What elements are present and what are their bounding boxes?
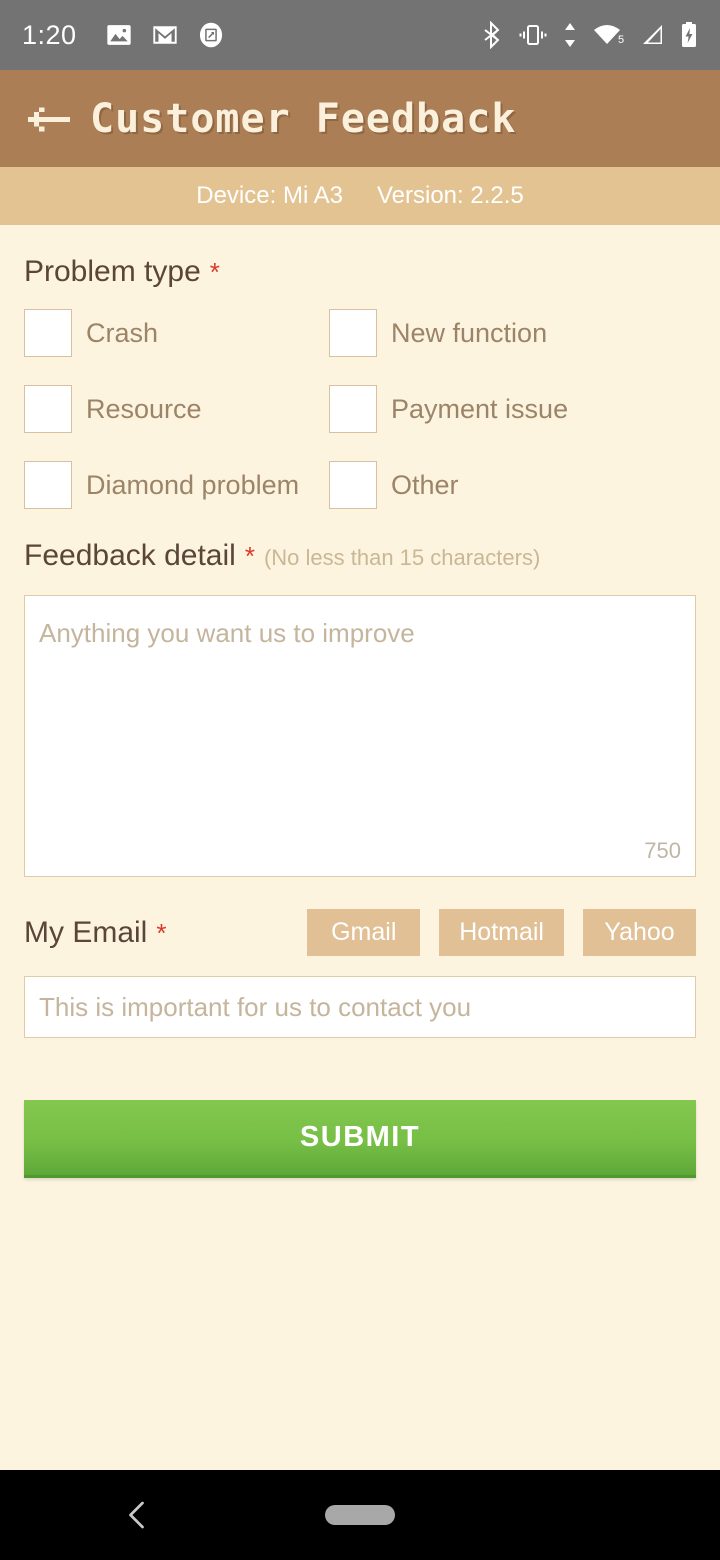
problem-type-required-mark: * <box>209 257 220 287</box>
checkbox-option-resource[interactable]: Resource <box>24 385 329 433</box>
feedback-detail-label: Feedback detail <box>24 539 236 572</box>
form-content: Problem type * Crash New function Resour… <box>0 225 720 1178</box>
device-name: Device: Mi A3 <box>196 182 343 209</box>
app-bar: Customer Feedback <box>0 70 720 167</box>
checkbox-option-other[interactable]: Other <box>329 461 696 509</box>
photos-icon <box>106 25 131 45</box>
email-label: My Email <box>24 915 148 949</box>
checkbox-option-diamond-problem[interactable]: Diamond problem <box>24 461 329 509</box>
feedback-detail-placeholder: Anything you want us to improve <box>39 618 415 648</box>
checkbox-other[interactable] <box>329 461 377 509</box>
back-arrow-icon[interactable] <box>20 99 76 139</box>
nav-home-pill[interactable] <box>325 1505 395 1525</box>
email-input[interactable]: This is important for us to contact you <box>24 976 696 1038</box>
provider-button-gmail[interactable]: Gmail <box>307 909 421 956</box>
device-info-band: Device: Mi A3 Version: 2.2.5 <box>0 167 720 225</box>
checkbox-resource[interactable] <box>24 385 72 433</box>
checkbox-option-payment-issue[interactable]: Payment issue <box>329 385 696 433</box>
status-bar: 1:20 5 <box>0 0 720 70</box>
checkbox-diamond-problem[interactable] <box>24 461 72 509</box>
feedback-detail-char-counter: 750 <box>644 838 681 863</box>
feedback-detail-textarea[interactable]: Anything you want us to improve 750 <box>24 595 696 877</box>
status-system-icons: 5 <box>480 21 698 49</box>
email-placeholder: This is important for us to contact you <box>39 991 472 1022</box>
feedback-detail-heading: Feedback detail * (No less than 15 chara… <box>24 539 696 573</box>
nav-back-icon[interactable] <box>120 1497 156 1533</box>
gmail-icon <box>152 26 177 44</box>
checkbox-payment-issue[interactable] <box>329 385 377 433</box>
checkbox-label: Other <box>391 469 459 500</box>
provider-button-hotmail[interactable]: Hotmail <box>439 909 564 956</box>
problem-type-options: Crash New function Resource Payment issu… <box>24 309 696 509</box>
checkbox-label: Payment issue <box>391 393 569 424</box>
checkbox-label: New function <box>391 317 548 348</box>
email-heading-row: My Email * Gmail Hotmail Yahoo <box>24 909 696 956</box>
email-heading: My Email * <box>24 916 166 950</box>
problem-type-heading: Problem type * <box>24 255 696 289</box>
checkbox-label: Diamond problem <box>86 469 300 500</box>
wifi-icon: 5 <box>594 25 624 46</box>
checkbox-option-new-function[interactable]: New function <box>329 309 696 357</box>
app-version: Version: 2.2.5 <box>376 182 524 209</box>
phone-screen: 1:20 5 Customer Feedback Device: Mi A3 V… <box>0 0 720 1560</box>
bluetooth-icon <box>484 21 500 49</box>
provider-button-yahoo[interactable]: Yahoo <box>583 909 696 956</box>
svg-text:5: 5 <box>618 34 624 46</box>
screenshot-icon <box>199 22 222 48</box>
battery-charging-icon <box>682 22 696 47</box>
problem-type-label: Problem type <box>24 255 201 288</box>
data-transfer-icon <box>565 23 575 47</box>
feedback-detail-hint: (No less than 15 characters) <box>263 545 541 570</box>
email-required-mark: * <box>156 917 167 948</box>
status-notification-icons <box>105 21 225 49</box>
vibrate-icon <box>519 25 547 45</box>
checkbox-new-function[interactable] <box>329 309 377 357</box>
page-title: Customer Feedback <box>90 95 517 142</box>
status-clock: 1:20 <box>22 19 77 50</box>
email-provider-buttons: Gmail Hotmail Yahoo <box>307 909 696 956</box>
checkbox-option-crash[interactable]: Crash <box>24 309 329 357</box>
checkbox-label: Resource <box>86 393 202 424</box>
system-nav-bar <box>0 1470 720 1560</box>
submit-button[interactable]: SUBMIT <box>24 1100 696 1178</box>
checkbox-crash[interactable] <box>24 309 72 357</box>
feedback-detail-required-mark: * <box>244 541 255 571</box>
checkbox-label: Crash <box>86 317 159 348</box>
signal-icon <box>643 25 662 44</box>
